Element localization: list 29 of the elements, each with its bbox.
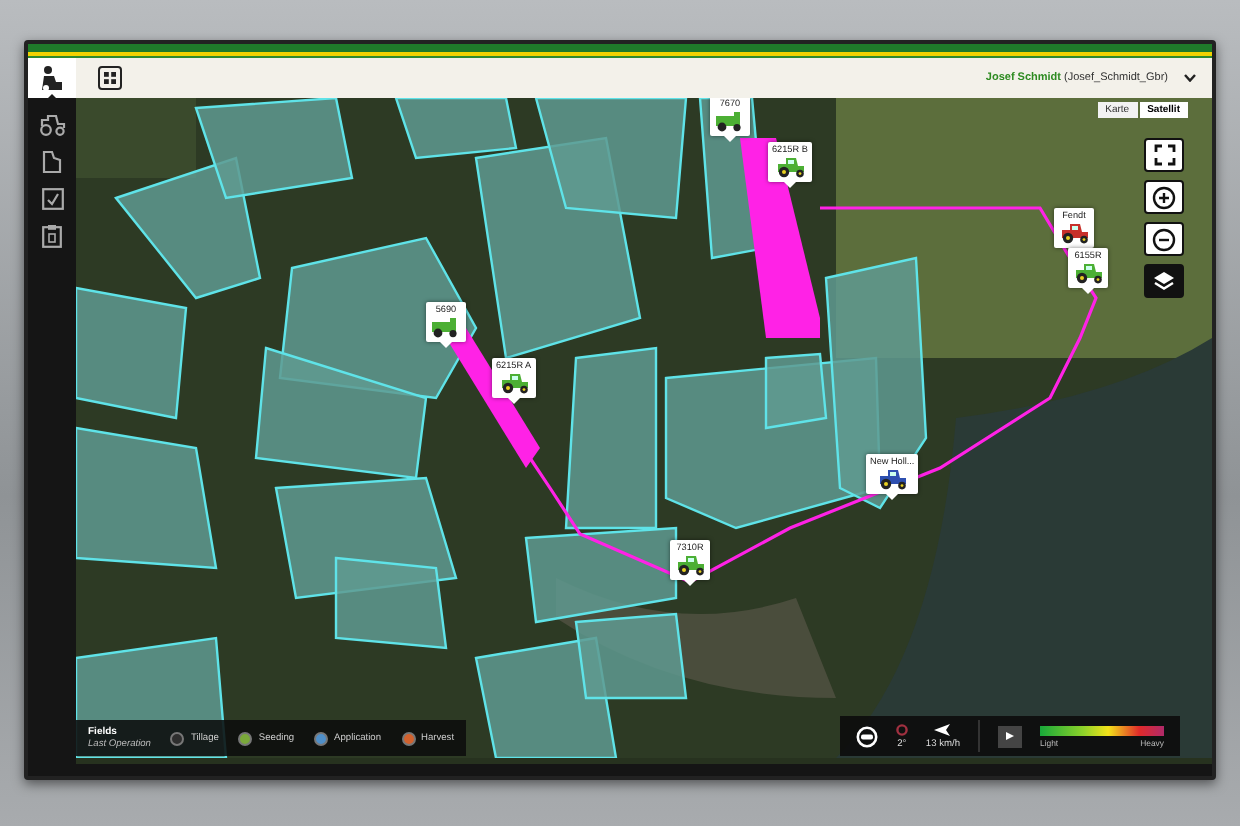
tractor-icon <box>876 468 909 490</box>
layers-button[interactable] <box>1144 264 1184 298</box>
combine-harvester-icon <box>430 316 462 338</box>
intensity-scale-bar <box>1040 725 1164 735</box>
tractor-icon <box>1058 222 1090 244</box>
field-boundary-icon[interactable] <box>42 150 62 174</box>
tractor-icon <box>674 554 706 576</box>
zoom-in-button[interactable] <box>1144 180 1184 214</box>
zoom-out-button[interactable] <box>1144 222 1184 256</box>
tractor-icon <box>497 372 530 394</box>
direction-arrow-icon <box>934 723 951 735</box>
heading-dot-icon <box>895 723 908 735</box>
grid-icon[interactable] <box>98 66 122 90</box>
fullscreen-button[interactable] <box>1144 138 1184 172</box>
layers-icon <box>1152 269 1176 293</box>
checkbox-icon[interactable] <box>41 188 63 210</box>
tractor-icon[interactable] <box>38 114 66 136</box>
tractor-icon <box>773 156 806 178</box>
tractor-icon <box>1072 262 1104 284</box>
zoom-out-icon <box>1152 227 1176 251</box>
fullscreen-icon <box>1153 144 1175 166</box>
gauge-icon <box>855 725 878 747</box>
caret-icon[interactable] <box>1184 74 1196 82</box>
clipboard-icon[interactable] <box>42 224 62 248</box>
zoom-in-icon <box>1152 185 1176 209</box>
play-icon <box>1006 732 1014 740</box>
combine-harvester-icon <box>714 110 746 132</box>
operator-tractor-icon[interactable] <box>38 64 66 92</box>
play-button[interactable] <box>998 725 1022 747</box>
